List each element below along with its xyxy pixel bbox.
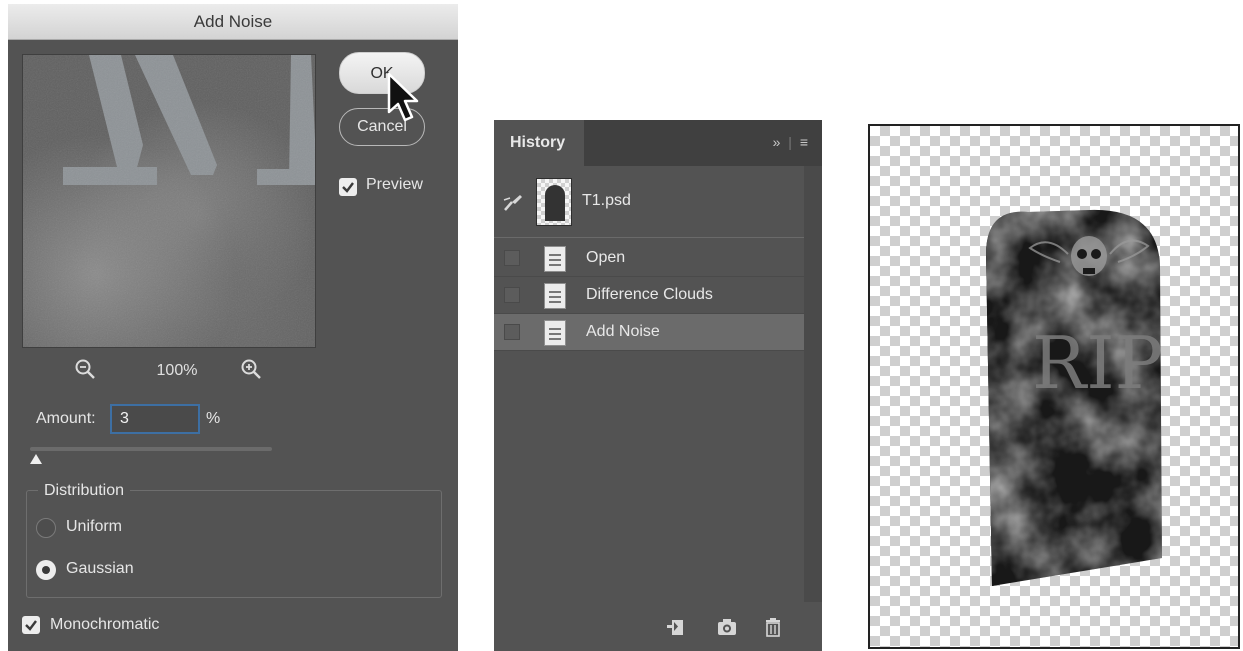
monochromatic-checkbox[interactable] [22, 616, 40, 634]
snapshot-name: T1.psd [582, 192, 631, 209]
history-panel: History » | ≡ T1.psd Open Difference Clo… [494, 120, 822, 651]
document-icon [544, 320, 566, 346]
history-brush-source-box[interactable] [504, 250, 520, 266]
preview-checkbox[interactable] [339, 178, 357, 196]
trash-icon[interactable] [762, 616, 784, 638]
tombstone-artwork: RIP [986, 209, 1163, 586]
amount-slider[interactable] [30, 447, 272, 451]
history-brush-icon[interactable] [502, 192, 524, 214]
filter-preview[interactable] [22, 54, 316, 348]
document-icon [544, 246, 566, 272]
snapshot-thumbnail [536, 178, 572, 226]
expand-icon[interactable]: » [773, 134, 783, 150]
zoom-level: 100% [156, 362, 198, 379]
distribution-group [26, 490, 442, 598]
history-brush-source-box[interactable] [504, 324, 520, 340]
camera-icon[interactable] [716, 616, 738, 638]
preview-image [23, 55, 315, 347]
amount-input[interactable]: 3 [110, 404, 200, 434]
zoom-in-icon[interactable] [240, 358, 262, 380]
separator: | [788, 134, 794, 150]
rip-engraving: RIP [1032, 321, 1163, 405]
uniform-radio[interactable] [36, 518, 56, 538]
history-tab-bar: History » | ≡ [494, 120, 822, 166]
history-state[interactable]: Open [494, 240, 804, 277]
history-state[interactable]: Difference Clouds [494, 277, 804, 314]
checkmark-icon [25, 620, 37, 631]
tab-history[interactable]: History [494, 120, 584, 166]
history-list: T1.psd Open Difference Clouds Add Noise [494, 166, 804, 602]
history-state-name: Open [586, 249, 626, 266]
preview-label: Preview [366, 176, 423, 193]
zoom-controls: 100% [22, 356, 316, 386]
monochromatic-label: Monochromatic [50, 616, 160, 633]
history-scrollbar[interactable] [804, 166, 822, 602]
gaussian-label: Gaussian [66, 560, 134, 577]
document-icon [544, 283, 566, 309]
dialog-title: Add Noise [8, 4, 458, 40]
history-state-name: Add Noise [586, 323, 660, 340]
amount-unit: % [206, 410, 221, 427]
uniform-label: Uniform [66, 518, 123, 535]
panel-menu-icon[interactable]: ≡ [800, 134, 810, 150]
zoom-out-icon[interactable] [74, 358, 96, 380]
history-footer [494, 602, 822, 651]
history-state-name: Difference Clouds [586, 286, 713, 303]
gaussian-radio[interactable] [36, 560, 56, 580]
new-document-from-state-icon[interactable] [664, 616, 686, 638]
amount-label: Amount: [36, 410, 96, 427]
add-noise-dialog: Add Noise 100% OK Cancel Preview Amount: [8, 4, 458, 651]
history-state-selected[interactable]: Add Noise [494, 314, 804, 351]
mouse-pointer-icon [386, 72, 424, 126]
document-canvas[interactable]: RIP [868, 124, 1240, 649]
history-brush-source-box[interactable] [504, 287, 520, 303]
checkmark-icon [342, 182, 354, 193]
snapshot-row[interactable]: T1.psd [494, 166, 804, 238]
amount-slider-thumb[interactable] [30, 454, 42, 464]
distribution-legend: Distribution [38, 482, 131, 500]
